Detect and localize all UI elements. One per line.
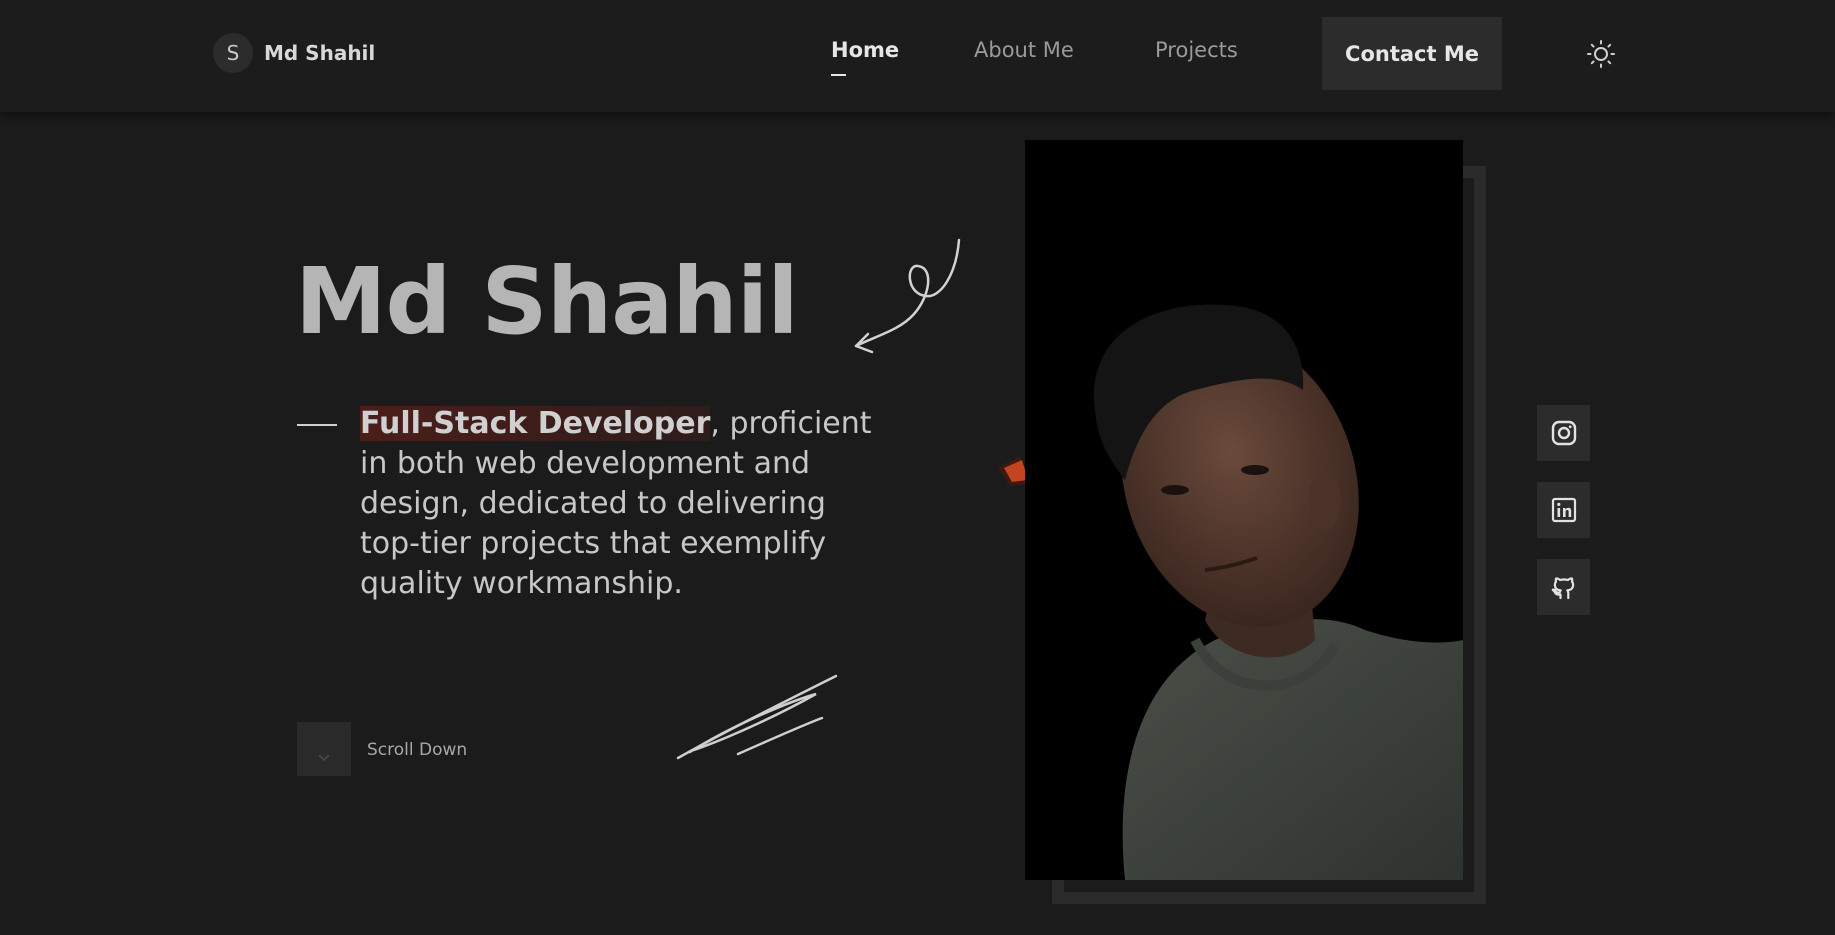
nav-link-home[interactable]: Home	[831, 38, 899, 62]
tagline-highlight: Full-Stack Developer	[360, 406, 711, 441]
scribble-doodle	[676, 674, 838, 760]
profile-photo	[1025, 140, 1463, 880]
instagram-icon	[1551, 420, 1576, 446]
tagline-dash	[297, 424, 337, 426]
nav-link-about-me[interactable]: About Me	[974, 38, 1074, 62]
brand-name: Md Shahil	[264, 41, 376, 65]
brand-avatar: S	[213, 33, 253, 73]
hero-title: Md Shahil	[295, 248, 799, 355]
chevron-down-icon	[318, 754, 330, 762]
portrait-image	[1093, 304, 1463, 880]
swirl-arrow-doodle	[854, 238, 961, 354]
scroll-down-label: Scroll Down	[367, 740, 468, 760]
brand-logo[interactable]: S Md Shahil	[213, 33, 375, 73]
scroll-down-button[interactable]	[297, 722, 351, 776]
instagram-link[interactable]	[1537, 405, 1590, 461]
contact-me-button[interactable]: Contact Me	[1322, 17, 1502, 90]
github-link[interactable]	[1537, 559, 1590, 615]
navbar: S Md Shahil Home About Me Projects Conta…	[0, 0, 1835, 112]
sun-icon	[1587, 40, 1615, 68]
github-icon	[1551, 577, 1574, 600]
linkedin-icon	[1551, 497, 1576, 523]
hero-tagline: Full-Stack Developer, proficient in both…	[360, 404, 890, 604]
linkedin-link[interactable]	[1537, 482, 1590, 538]
theme-toggle-button[interactable]	[1586, 39, 1616, 69]
nav-link-projects[interactable]: Projects	[1155, 38, 1238, 62]
nav-active-indicator	[831, 74, 846, 76]
